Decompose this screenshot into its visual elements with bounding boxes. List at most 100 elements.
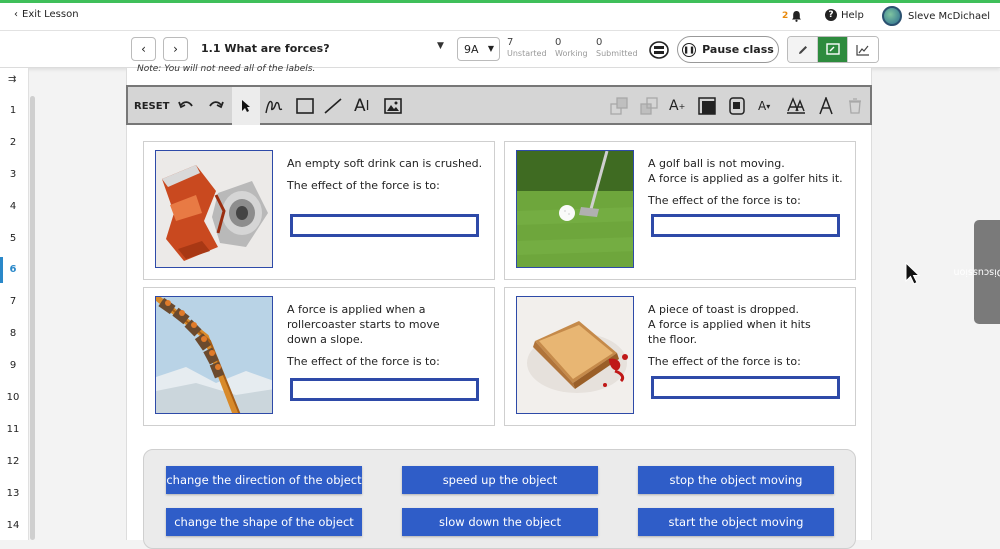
line-number[interactable]: 7: [0, 296, 26, 307]
page-note: Note: You will not need all of the label…: [137, 64, 316, 74]
line-number[interactable]: 12: [0, 456, 26, 467]
annotate-mode-button[interactable]: [788, 37, 818, 62]
font-style-button[interactable]: A +: [669, 95, 685, 117]
present-button[interactable]: [645, 37, 673, 62]
line-number[interactable]: 1: [0, 105, 26, 116]
exit-lesson-label: Exit Lesson: [22, 9, 79, 20]
card-description: A piece of toast is dropped.: [648, 303, 800, 316]
cursor-arrow-icon: [242, 100, 250, 112]
pause-icon: ❚❚: [682, 42, 697, 57]
draggable-label[interactable]: change the direction of the object: [166, 466, 362, 494]
card-text: A golf ball is not moving. A force is ap…: [648, 156, 848, 215]
user-menu[interactable]: Sleve McDichael: [882, 6, 990, 26]
bell-icon: [792, 11, 802, 22]
whiteboard-mode-button[interactable]: [818, 37, 848, 62]
text-background-icon: [787, 97, 805, 114]
rectangle-tool-button[interactable]: [296, 95, 314, 117]
question-card: A piece of toast is dropped. A force is …: [504, 287, 856, 426]
image-icon: [384, 98, 402, 114]
lesson-bar: ‹ › 1.1 What are forces? ▼ 9A ▼ 7 Unstar…: [0, 31, 1000, 68]
rollercoaster-image: [155, 296, 273, 414]
line-number[interactable]: 2: [0, 137, 26, 148]
question-card: An empty soft drink can is crushed. The …: [143, 141, 495, 280]
class-select[interactable]: 9A ▼: [457, 37, 500, 61]
stat-label: Working: [555, 49, 588, 58]
answer-drop-zone[interactable]: [651, 376, 840, 399]
answer-drop-zone[interactable]: [651, 214, 840, 237]
line-number[interactable]: 3: [0, 169, 26, 180]
line-number-active[interactable]: 6: [0, 264, 26, 275]
view-mode-group: [787, 36, 879, 63]
line-number[interactable]: 14: [0, 520, 26, 531]
stat-submitted: 0 Submitted: [596, 37, 638, 58]
reset-button[interactable]: RESET: [134, 95, 169, 117]
chevron-left-icon: ‹: [14, 9, 18, 20]
redo-icon: [209, 101, 224, 109]
analytics-mode-button[interactable]: [848, 37, 878, 62]
notifications-button[interactable]: 2: [782, 10, 802, 22]
image-tool-button[interactable]: [384, 95, 402, 117]
fill-tool-button[interactable]: [728, 95, 746, 117]
draggable-label[interactable]: change the shape of the object: [166, 508, 362, 536]
line-number[interactable]: 13: [0, 488, 26, 499]
pencil-icon: [798, 45, 807, 54]
help-button[interactable]: ? Help: [825, 9, 864, 21]
border-icon: [698, 97, 716, 115]
previous-lesson-button[interactable]: ‹: [131, 37, 156, 61]
text-background-button[interactable]: [786, 95, 806, 117]
undo-icon: [178, 101, 193, 109]
font-size-button[interactable]: A ▾: [758, 95, 770, 117]
class-discussion-tab[interactable]: ● Class Discussion: [953, 220, 1000, 324]
card-text: An empty soft drink can is crushed. The …: [287, 156, 487, 200]
text-tool-button[interactable]: AI: [354, 95, 369, 117]
line-number[interactable]: 4: [0, 201, 26, 212]
select-tool-button[interactable]: [232, 87, 260, 125]
draggable-label[interactable]: stop the object moving: [638, 466, 834, 494]
pause-class-label: Pause class: [702, 43, 774, 56]
line-number[interactable]: 9: [0, 360, 26, 371]
gutter-scrollbar[interactable]: [30, 96, 35, 540]
line-number[interactable]: 5: [0, 233, 26, 244]
draggable-label[interactable]: start the object moving: [638, 508, 834, 536]
line-number[interactable]: 11: [0, 424, 26, 435]
answer-drop-zone[interactable]: [290, 378, 479, 401]
toast-image: [516, 296, 634, 414]
help-label: Help: [841, 9, 864, 21]
card-prompt: The effect of the force is to:: [648, 355, 801, 368]
card-description: An empty soft drink can is crushed.: [287, 157, 483, 170]
lesson-title[interactable]: 1.1 What are forces?: [201, 42, 330, 55]
mouse-cursor-icon: [905, 262, 921, 285]
lesson-dropdown-icon[interactable]: ▼: [437, 41, 444, 51]
stat-unstarted: 7 Unstarted: [507, 37, 547, 58]
delete-button[interactable]: [848, 95, 862, 117]
user-name: Sleve McDichael: [908, 10, 991, 22]
line-tool-button[interactable]: [324, 95, 342, 117]
line-number[interactable]: 8: [0, 328, 26, 339]
next-lesson-button[interactable]: ›: [163, 37, 188, 61]
rectangle-icon: [296, 98, 314, 114]
answer-drop-zone[interactable]: [290, 214, 479, 237]
stat-label: Unstarted: [507, 49, 547, 58]
pause-class-button[interactable]: ❚❚ Pause class: [677, 36, 779, 63]
class-discussion-label: Class Discussion: [953, 266, 1000, 278]
card-text: A force is applied when a rollercoaster …: [287, 302, 462, 376]
bring-forward-button[interactable]: [610, 95, 628, 117]
draggable-label[interactable]: slow down the object: [402, 508, 598, 536]
undo-button[interactable]: [178, 95, 194, 117]
redo-button[interactable]: [208, 95, 224, 117]
caret-down-icon: ▼: [487, 44, 494, 53]
card-prompt: The effect of the force is to:: [648, 194, 801, 207]
drawing-toolbar: RESET AI A + A ▾: [126, 85, 872, 125]
freehand-tool-button[interactable]: [264, 95, 284, 117]
collapse-icon[interactable]: ⇉: [8, 74, 16, 85]
line-number[interactable]: 10: [0, 392, 26, 403]
card-text: A piece of toast is dropped. A force is …: [648, 302, 848, 376]
bring-forward-icon: [610, 97, 628, 115]
border-tool-button[interactable]: [698, 95, 716, 117]
exit-lesson-link[interactable]: ‹ Exit Lesson: [14, 9, 79, 20]
stat-working: 0 Working: [555, 37, 588, 58]
draggable-label[interactable]: speed up the object: [402, 466, 598, 494]
send-backward-button[interactable]: [640, 95, 658, 117]
text-color-button[interactable]: [818, 95, 834, 117]
text-tool-icon: A: [354, 96, 366, 116]
